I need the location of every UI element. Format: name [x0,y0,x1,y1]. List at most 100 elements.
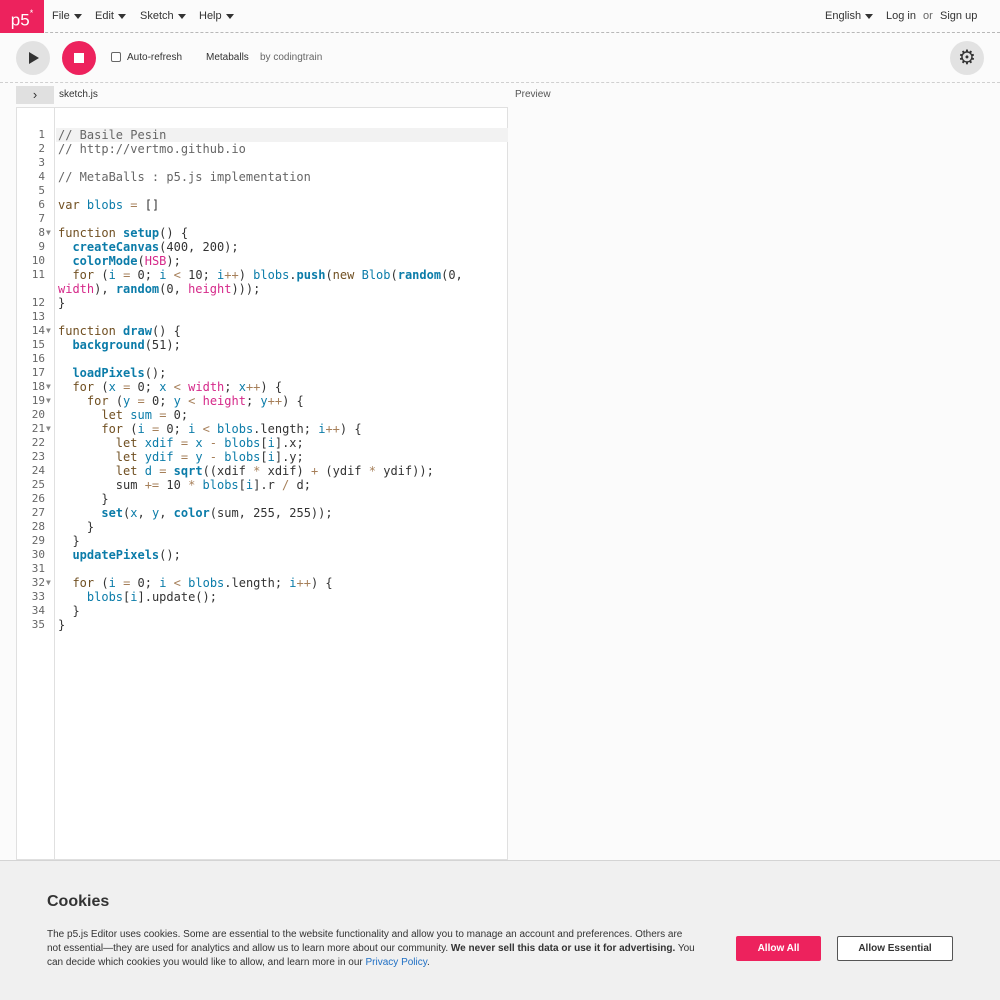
line-number: 1 [38,128,45,141]
code-text: } [58,520,95,534]
fold-arrow-icon[interactable]: ▼ [46,422,54,436]
code-text: blobs[i].update(); [86,590,217,604]
autorefresh-checkbox[interactable] [111,52,121,63]
code-text: colorMode(HSB); [72,254,181,268]
line-number: 5 [38,184,45,197]
sketch-name[interactable]: Metaballs [206,52,249,63]
settings-button[interactable]: ⚙ [950,41,984,75]
autorefresh-toggle[interactable]: Auto-refresh [111,52,182,63]
play-button[interactable] [16,41,50,75]
caret-down-icon [177,13,186,19]
stop-button[interactable] [62,41,96,75]
fold-arrow-icon[interactable]: ▼ [46,226,54,240]
line-number: 24 [31,464,45,477]
file-tab-name: sketch.js [59,89,98,100]
menu-file[interactable]: File [52,0,82,33]
code-text: let sum = 0; [101,408,189,422]
line-number: 25 [31,478,45,491]
code-text: set(x, y, color(sum, 255, 255)); [101,506,333,520]
caret-down-icon [865,13,874,19]
signup-link[interactable]: Sign up [940,0,977,33]
code-text: for (i = 0; i < blobs.length; i++) { [72,576,333,590]
cookie-text-end: . [427,957,430,968]
line-number: 20 [31,408,45,421]
code-text: } [58,604,80,618]
top-nav: p5* File Edit Sketch Help English Log in… [0,0,1000,33]
cookie-text: The p5.js Editor uses cookies. Some are … [47,928,697,970]
code-text: background(51); [72,338,181,352]
code-text: for (i = 0; i < blobs.length; i++) { [101,422,362,436]
code-text: width), random(0, height))); [58,282,261,296]
code-text: } [58,492,109,506]
sketch-author[interactable]: by codingtrain [260,52,322,63]
line-number: 15 [31,338,45,351]
gear-icon: ⚙ [958,47,976,69]
caret-down-icon [73,13,82,19]
code-text: function setup() { [58,226,189,240]
menu-help[interactable]: Help [199,0,234,33]
line-number: 30 [31,548,45,561]
login-or-text: or [923,10,933,22]
p5-logo[interactable]: p5* [0,0,44,33]
toggle-sidebar-button[interactable]: › [16,86,54,104]
line-number: 2 [38,142,45,155]
privacy-policy-link[interactable]: Privacy Policy [366,957,428,968]
fold-arrow-icon[interactable]: ▼ [46,324,54,338]
caret-down-icon [225,13,234,19]
login-link[interactable]: Log in [886,0,916,33]
line-number: 29 [31,534,45,547]
code-text: function draw() { [58,324,181,338]
line-number: 32 [31,576,45,589]
fold-arrow-icon[interactable]: ▼ [46,394,54,408]
language-selector[interactable]: English [825,0,874,33]
menu-sketch[interactable]: Sketch [140,0,186,33]
line-number: 14 [31,324,45,337]
code-text: let d = sqrt((xdif * xdif) + (ydif * ydi… [115,464,434,478]
code-text: updatePixels(); [72,548,181,562]
fold-arrow-icon[interactable]: ▼ [46,576,54,590]
line-number: 31 [31,562,45,575]
line-number: 17 [31,366,45,379]
code-text: for (y = 0; y < height; y++) { [86,394,304,408]
menu-sketch-label: Sketch [140,10,174,22]
menu-edit[interactable]: Edit [95,0,126,33]
cookie-title: Cookies [47,893,110,910]
menu-help-label: Help [199,10,222,22]
play-icon [29,52,39,64]
fold-arrow-icon[interactable]: ▼ [46,380,54,394]
line-number: 35 [31,618,45,631]
cookie-banner: Cookies The p5.js Editor uses cookies. S… [0,860,1000,1000]
allow-essential-button[interactable]: Allow Essential [837,936,953,961]
autorefresh-label: Auto-refresh [127,52,183,63]
language-label: English [825,10,862,22]
line-number: 8 [38,226,45,239]
line-number: 23 [31,450,45,463]
allow-all-button[interactable]: Allow All [736,936,821,961]
line-number: 11 [31,268,45,281]
line-number: 19 [31,394,45,407]
code-text: let ydif = y - blobs[i].y; [115,450,304,464]
menu-file-label: File [52,10,70,22]
code-text: // http://vertmo.github.io [58,142,246,156]
cookie-text-bold: We never sell this data or use it for ad… [450,943,676,954]
code-text: } [58,534,80,548]
line-number: 18 [31,380,45,393]
line-number: 10 [31,254,45,267]
line-number: 16 [31,352,45,365]
line-number: 6 [38,198,45,211]
line-number: 22 [31,436,45,449]
logo-text: p5 [10,10,30,30]
code-text: sum += 10 * blobs[i].r / d; [58,478,311,492]
code-text: } [58,618,66,632]
line-number: 21 [31,422,45,435]
code-text: var blobs = [] [58,198,160,212]
code-text: createCanvas(400, 200); [72,240,239,254]
code-text: } [58,296,66,310]
stop-icon [74,53,84,63]
line-number: 12 [31,296,45,309]
code-editor[interactable]: 1 // Basile Pesin 2 // http://vertmo.github… [16,107,508,860]
line-number: 13 [31,310,45,323]
caret-down-icon [117,13,126,19]
preview-label: Preview [515,89,551,100]
code-text: let xdif = x - blobs[i].x; [115,436,304,450]
